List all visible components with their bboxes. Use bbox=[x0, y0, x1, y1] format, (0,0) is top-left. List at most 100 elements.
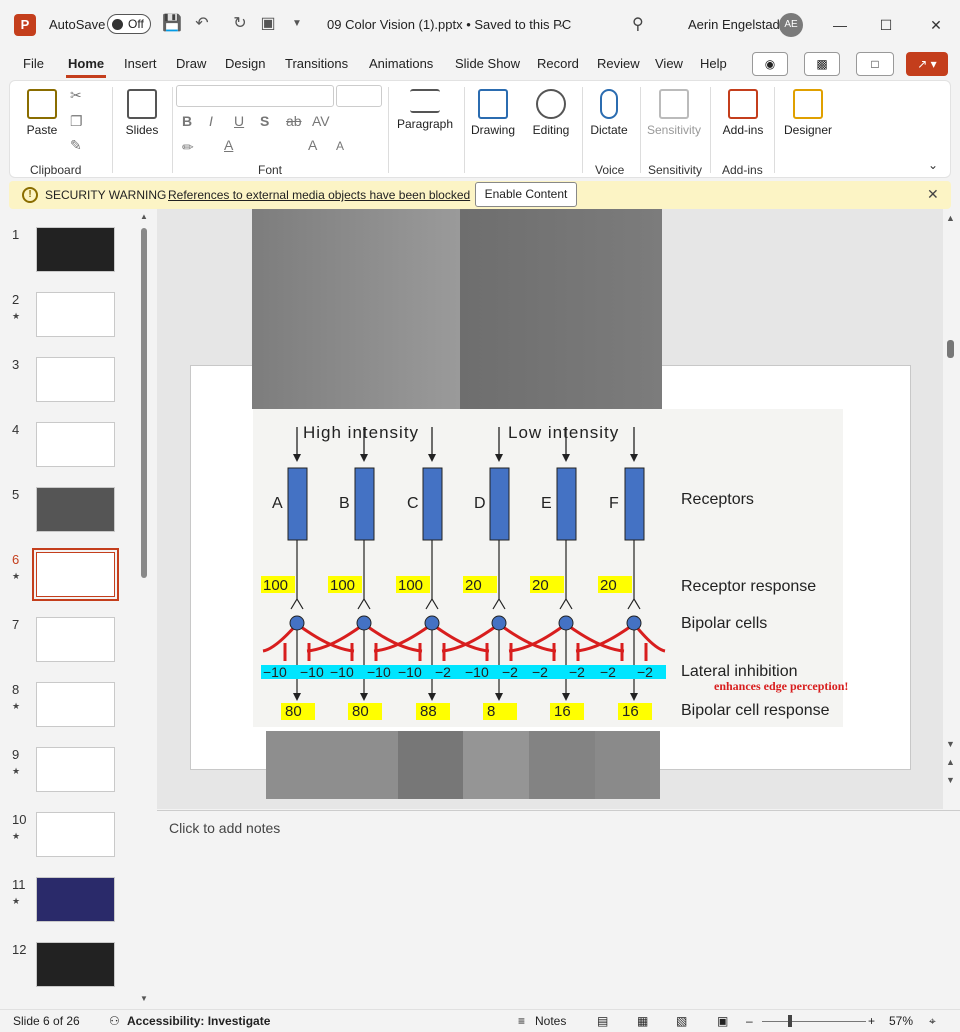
slideshow-icon[interactable]: ▣ bbox=[717, 1014, 728, 1028]
autosave-toggle[interactable]: Off bbox=[107, 14, 151, 34]
cut-icon[interactable]: ✂ bbox=[70, 87, 82, 104]
dictate-button[interactable]: Dictate bbox=[586, 89, 632, 137]
undo-icon[interactable]: ↶ bbox=[192, 14, 212, 34]
zoom-slider-thumb[interactable] bbox=[788, 1015, 792, 1027]
zoom-slider[interactable] bbox=[762, 1021, 866, 1022]
format-painter-icon[interactable]: ✎ bbox=[70, 137, 82, 154]
chevron-down-icon[interactable]: ⌄ bbox=[551, 15, 571, 35]
character-spacing-button[interactable]: AV bbox=[312, 113, 330, 129]
slide-thumbnail[interactable] bbox=[36, 487, 115, 532]
menu-transitions[interactable]: Transitions bbox=[285, 56, 348, 71]
menu-help[interactable]: Help bbox=[700, 56, 727, 71]
menu-slide-show[interactable]: Slide Show bbox=[455, 56, 520, 71]
notes-button[interactable]: Notes bbox=[535, 1014, 566, 1028]
search-icon[interactable]: ⚲ bbox=[632, 14, 644, 34]
designer-label: Designer bbox=[783, 123, 833, 137]
zoom-level[interactable]: 57% bbox=[889, 1014, 913, 1028]
menu-design[interactable]: Design bbox=[225, 56, 265, 71]
slides-button[interactable]: Slides bbox=[122, 89, 162, 137]
customize-qat-icon[interactable]: ▼ bbox=[287, 14, 307, 34]
paragraph-button[interactable]: Paragraph bbox=[396, 89, 454, 131]
document-title[interactable]: 09 Color Vision (1).pptx • Saved to this… bbox=[327, 17, 571, 32]
slide-thumbnail[interactable] bbox=[32, 548, 119, 601]
powerpoint-icon: P bbox=[14, 14, 36, 36]
menu-home[interactable]: Home bbox=[68, 56, 104, 71]
slide-thumbnail[interactable] bbox=[36, 357, 115, 402]
bold-button[interactable]: B bbox=[182, 113, 192, 129]
reading-view-icon[interactable]: ▧ bbox=[676, 1014, 687, 1028]
zoom-out-icon[interactable]: – bbox=[746, 1014, 753, 1028]
slide-thumbnail[interactable] bbox=[36, 227, 115, 272]
menu-view[interactable]: View bbox=[655, 56, 683, 71]
share-button[interactable]: ↗ ▾ bbox=[906, 52, 948, 76]
normal-view-icon[interactable]: ▤ bbox=[597, 1014, 608, 1028]
menu-insert[interactable]: Insert bbox=[124, 56, 157, 71]
font-size-box[interactable] bbox=[336, 85, 382, 107]
scroll-down-icon[interactable]: ▼ bbox=[946, 739, 955, 749]
next-slide-icon[interactable]: ▼ bbox=[946, 775, 955, 785]
microphone-icon bbox=[600, 89, 618, 119]
save-icon[interactable]: 💾 bbox=[162, 14, 182, 34]
sensitivity-button[interactable]: Sensitivity bbox=[644, 89, 704, 137]
font-name-box[interactable] bbox=[176, 85, 334, 107]
slide-scrollbar[interactable]: ▲ ▼ ▲ ▼ bbox=[944, 209, 958, 809]
maximize-icon[interactable]: ☐ bbox=[872, 12, 900, 38]
slide-thumbnail[interactable] bbox=[36, 747, 115, 792]
designer-button[interactable]: Designer bbox=[780, 89, 836, 137]
thumbnail-scrollbar[interactable]: ▲ ▼ bbox=[139, 212, 149, 1004]
notes-placeholder[interactable]: Click to add notes bbox=[169, 820, 280, 836]
accessibility-icon[interactable]: ⚇ bbox=[109, 1014, 120, 1028]
scroll-down-icon[interactable]: ▼ bbox=[140, 994, 148, 1003]
fit-to-window-icon[interactable]: ⌖ bbox=[929, 1014, 936, 1029]
drawing-button[interactable]: Drawing bbox=[468, 89, 518, 137]
previous-slide-icon[interactable]: ▲ bbox=[946, 757, 955, 767]
close-icon[interactable]: ✕ bbox=[922, 12, 950, 38]
scroll-up-icon[interactable]: ▲ bbox=[140, 212, 148, 221]
security-message-link[interactable]: References to external media objects hav… bbox=[168, 188, 470, 202]
minimize-icon[interactable]: — bbox=[826, 12, 854, 38]
font-color-button[interactable]: A bbox=[224, 137, 233, 153]
editing-button[interactable]: Editing bbox=[526, 89, 576, 137]
strikethrough-button[interactable]: ab bbox=[286, 113, 302, 129]
highlight-icon[interactable]: ✏ bbox=[182, 139, 194, 156]
italic-button[interactable]: I bbox=[209, 113, 213, 129]
redo-icon[interactable]: ↻ bbox=[230, 14, 250, 34]
teams-button[interactable]: ▩ bbox=[804, 52, 840, 76]
menu-record[interactable]: Record bbox=[537, 56, 579, 71]
shadow-button[interactable]: S bbox=[260, 113, 269, 129]
copy-icon[interactable]: ❐ bbox=[70, 113, 83, 130]
underline-button[interactable]: U bbox=[234, 113, 244, 129]
notes-icon[interactable]: ≡ bbox=[518, 1014, 525, 1028]
scroll-up-icon[interactable]: ▲ bbox=[946, 213, 955, 223]
menu-animations[interactable]: Animations bbox=[369, 56, 433, 71]
collapse-ribbon-icon[interactable]: ⌄ bbox=[928, 158, 938, 172]
zoom-in-icon[interactable]: + bbox=[868, 1014, 875, 1028]
close-icon[interactable]: ✕ bbox=[927, 186, 939, 203]
enable-content-button[interactable]: Enable Content bbox=[475, 182, 577, 207]
addins-button[interactable]: Add-ins bbox=[718, 89, 768, 137]
present-icon[interactable]: ▣ bbox=[258, 14, 278, 34]
slide-thumbnail[interactable] bbox=[36, 877, 115, 922]
slide-thumbnail[interactable] bbox=[36, 292, 115, 337]
accessibility-status[interactable]: Accessibility: Investigate bbox=[127, 1014, 270, 1028]
comments-button[interactable]: □ bbox=[856, 52, 894, 76]
slide-thumbnail[interactable] bbox=[36, 942, 115, 987]
slide-thumbnail[interactable] bbox=[36, 682, 115, 727]
menu-review[interactable]: Review bbox=[597, 56, 640, 71]
slide-thumbnail[interactable] bbox=[36, 617, 115, 662]
slide-thumbnail[interactable] bbox=[36, 422, 115, 467]
slide-sorter-icon[interactable]: ▦ bbox=[637, 1014, 648, 1028]
paste-button[interactable]: Paste bbox=[22, 89, 62, 137]
voice-group-label: Voice bbox=[595, 163, 625, 177]
avatar[interactable]: AE bbox=[779, 13, 803, 37]
slide-thumbnail[interactable] bbox=[36, 812, 115, 857]
record-button[interactable]: ◉ bbox=[752, 52, 788, 76]
menu-file[interactable]: File bbox=[23, 56, 44, 71]
scrollbar-handle[interactable] bbox=[947, 340, 954, 358]
menu-draw[interactable]: Draw bbox=[176, 56, 206, 71]
scrollbar-handle[interactable] bbox=[141, 228, 147, 578]
decrease-font-button[interactable]: A bbox=[336, 139, 344, 153]
receptor-rect bbox=[422, 467, 443, 541]
notes-pane[interactable]: Click to add notes bbox=[157, 810, 960, 1009]
increase-font-button[interactable]: A bbox=[308, 137, 317, 153]
